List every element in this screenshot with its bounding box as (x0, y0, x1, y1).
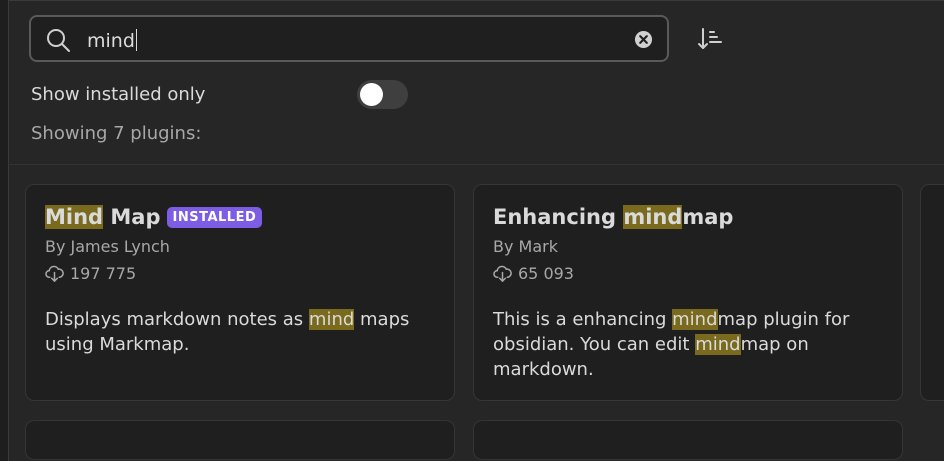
title-part: Map (103, 205, 161, 229)
desc-part: This is a enhancing (493, 309, 673, 330)
divider (8, 164, 944, 165)
sort-icon[interactable] (697, 26, 723, 52)
plugin-title: Mind Map INSTALLED (45, 205, 263, 229)
plugin-card-partial[interactable] (473, 420, 903, 460)
desc-part: mind (695, 334, 741, 355)
show-installed-label: Show installed only (31, 84, 206, 105)
toggle-knob (360, 83, 383, 106)
text-caret (135, 29, 137, 51)
desc-part: mind (308, 309, 355, 330)
plugin-title: Enhancing mindmap (493, 205, 733, 229)
plugin-author: By James Lynch (45, 237, 170, 256)
title-part: Enhancing (493, 205, 624, 229)
plugin-downloads: 65 093 (493, 264, 574, 283)
show-installed-toggle[interactable] (357, 80, 408, 109)
title-part: mind (623, 205, 683, 229)
desc-part: Displays markdown notes as (45, 309, 309, 330)
plugin-card-partial[interactable] (25, 420, 455, 460)
plugin-card-enhancing-mindmap[interactable]: Enhancing mindmap By Mark 65 093 This is… (473, 184, 903, 401)
download-icon (493, 265, 512, 282)
title-part: map (682, 205, 734, 229)
search-icon (47, 29, 70, 52)
plugin-card-partial[interactable] (920, 184, 944, 401)
plugin-author: By Mark (493, 237, 558, 256)
download-icon (45, 265, 64, 282)
download-count: 197 775 (70, 264, 137, 283)
clear-search-icon[interactable] (634, 30, 653, 49)
desc-part: mind (672, 309, 718, 330)
results-count: Showing 7 plugins: (31, 123, 202, 144)
plugin-description: Displays markdown notes as mind maps usi… (45, 307, 435, 357)
plugin-downloads: 197 775 (45, 264, 136, 283)
download-count: 65 093 (518, 264, 574, 283)
plugin-card-mind-map[interactable]: Mind Map INSTALLED By James Lynch 197 775… (25, 184, 455, 401)
plugin-description: This is a enhancing mindmap plugin for o… (493, 307, 883, 382)
search-box[interactable]: mind (29, 15, 669, 62)
title-part: Mind (45, 205, 104, 229)
installed-badge: INSTALLED (166, 207, 263, 228)
search-input[interactable]: mind (87, 29, 137, 52)
